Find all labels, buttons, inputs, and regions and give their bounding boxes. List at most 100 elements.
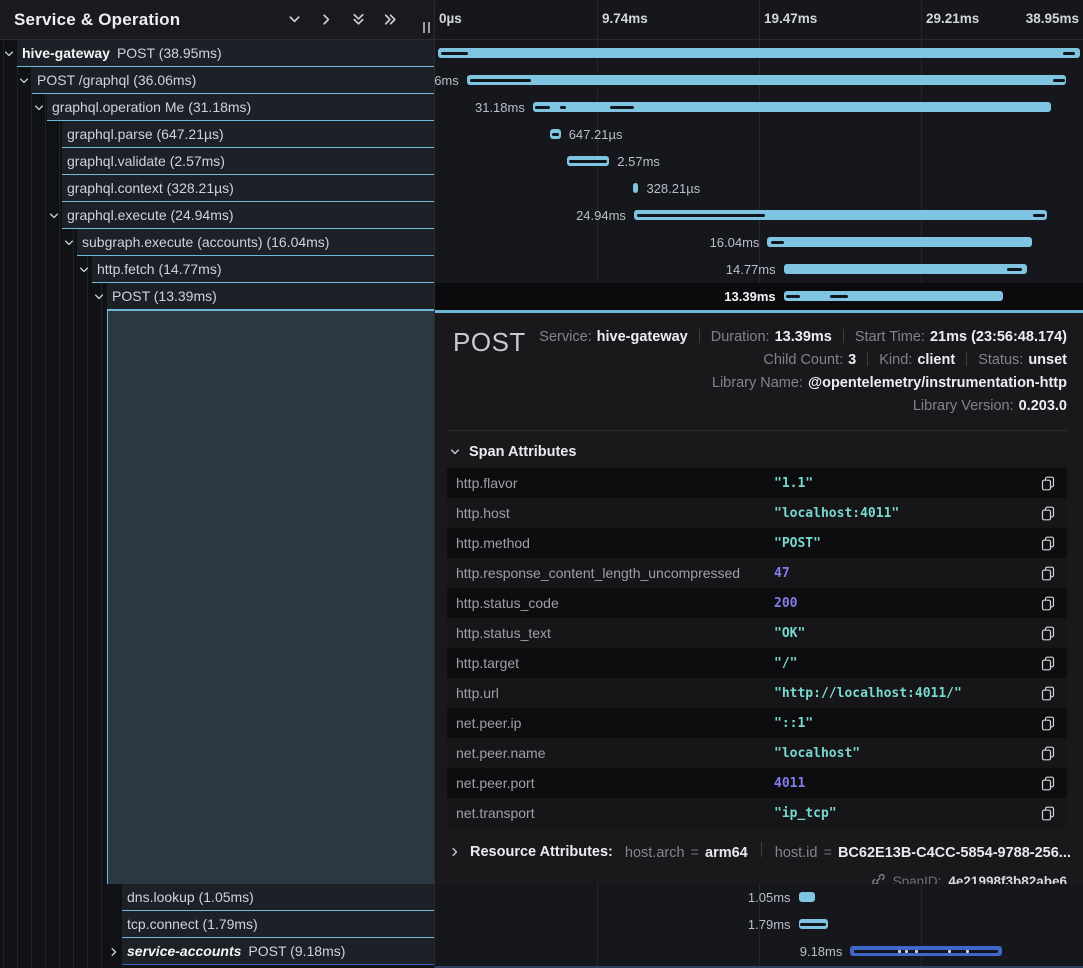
attribute-row: http.status_code200 bbox=[447, 588, 1067, 618]
span-meta-row: Child Count:3Kind:clientStatus:unset bbox=[526, 348, 1067, 371]
copy-icon[interactable] bbox=[1041, 746, 1055, 761]
span-bar[interactable] bbox=[767, 237, 1031, 247]
copy-icon[interactable] bbox=[1041, 656, 1055, 671]
meta-label: Child Count: bbox=[763, 352, 843, 368]
span-bar-child-mark bbox=[470, 79, 531, 82]
chevron-right-icon[interactable] bbox=[319, 12, 334, 27]
meta-label: Kind: bbox=[879, 352, 912, 368]
resource-separator bbox=[761, 842, 762, 857]
copy-icon[interactable] bbox=[1041, 806, 1055, 821]
tree-row-label: service-accountsPOST (9.18ms) bbox=[127, 943, 345, 959]
link-icon[interactable] bbox=[871, 872, 886, 884]
tree-row[interactable]: POST (13.39ms) bbox=[0, 283, 434, 310]
meta-value: hive-gateway bbox=[597, 329, 688, 345]
chevron-down-icon bbox=[449, 446, 461, 458]
meta-separator bbox=[966, 352, 967, 366]
tree-row[interactable]: graphql.parse (647.21µs) bbox=[0, 121, 434, 148]
attribute-row: net.peer.name"localhost" bbox=[447, 738, 1067, 768]
span-duration-label: 36.06ms bbox=[435, 73, 459, 88]
operation-name: POST (13.39ms) bbox=[112, 288, 217, 304]
chevrons-down-icon[interactable] bbox=[351, 12, 366, 27]
chevrons-right-icon[interactable] bbox=[383, 12, 398, 27]
tree-row[interactable]: graphql.validate (2.57ms) bbox=[0, 148, 434, 175]
copy-icon[interactable] bbox=[1041, 596, 1055, 611]
timeline-tick: 29.21ms bbox=[926, 11, 979, 26]
tree-row[interactable]: tcp.connect (1.79ms) bbox=[0, 911, 434, 938]
span-bar[interactable] bbox=[784, 264, 1028, 274]
service-name: hive-gateway bbox=[22, 45, 110, 61]
tree-row[interactable]: graphql.context (328.21µs) bbox=[0, 175, 434, 202]
copy-icon[interactable] bbox=[1041, 626, 1055, 641]
span-bar-child-mark bbox=[1063, 52, 1075, 55]
attribute-value: 47 bbox=[774, 566, 790, 581]
tree-row-label: POST (13.39ms) bbox=[112, 288, 217, 304]
chevron-down-icon[interactable] bbox=[48, 209, 60, 225]
chevron-down-icon[interactable] bbox=[33, 101, 45, 117]
chevron-down-icon[interactable] bbox=[63, 236, 75, 252]
chevron-down-icon[interactable] bbox=[78, 263, 90, 279]
attribute-value: 200 bbox=[774, 596, 797, 611]
tree-row[interactable]: dns.lookup (1.05ms) bbox=[0, 884, 434, 911]
panel-resize-handle-icon[interactable] bbox=[423, 22, 430, 33]
timeline-lane: 24.94ms bbox=[435, 202, 1083, 229]
attribute-row: net.peer.port4011 bbox=[447, 768, 1067, 798]
copy-icon[interactable] bbox=[1041, 476, 1055, 491]
span-bar-dot bbox=[948, 950, 951, 953]
copy-icon[interactable] bbox=[1041, 506, 1055, 521]
copy-icon[interactable] bbox=[1041, 686, 1055, 701]
tree-row[interactable]: subgraph.execute (accounts) (16.04ms) bbox=[0, 229, 434, 256]
operation-name: http.fetch (14.77ms) bbox=[97, 261, 222, 277]
copy-icon[interactable] bbox=[1041, 776, 1055, 791]
chevron-right-icon[interactable] bbox=[108, 945, 120, 961]
tree-row[interactable]: graphql.execute (24.94ms) bbox=[0, 202, 434, 229]
span-attributes-toggle[interactable]: Span Attributes bbox=[449, 444, 1067, 460]
meta-label: Duration: bbox=[711, 329, 770, 345]
attribute-row: http.host"localhost:4011" bbox=[447, 498, 1067, 528]
tree-row[interactable]: POST /graphql (36.06ms) bbox=[0, 67, 434, 94]
tree-row-label: graphql.context (328.21µs) bbox=[67, 180, 234, 196]
span-bar[interactable] bbox=[784, 291, 1004, 301]
meta-value: @opentelemetry/instrumentation-http bbox=[808, 375, 1067, 391]
span-bar[interactable] bbox=[467, 75, 1066, 85]
resource-attributes-toggle[interactable]: Resource Attributes: host.arch=arm64host… bbox=[449, 842, 1067, 861]
operation-name: subgraph.execute (accounts) (16.04ms) bbox=[82, 234, 329, 250]
timeline-lane: 1.79ms bbox=[435, 911, 1083, 938]
attribute-key: http.response_content_length_uncompresse… bbox=[456, 565, 774, 581]
span-bar[interactable] bbox=[438, 48, 1081, 58]
span-duration-label: 1.05ms bbox=[748, 890, 791, 905]
attribute-key: http.status_code bbox=[456, 595, 774, 611]
span-meta: Service:hive-gatewayDuration:13.39msStar… bbox=[526, 325, 1067, 417]
chevron-down-icon[interactable] bbox=[93, 290, 105, 306]
chevron-down-icon[interactable] bbox=[18, 74, 30, 90]
chevron-down-icon[interactable] bbox=[3, 47, 15, 63]
tree-row[interactable]: service-accountsPOST (9.18ms) bbox=[0, 938, 434, 965]
attribute-row: http.method"POST" bbox=[447, 528, 1067, 558]
span-bar-child-mark bbox=[800, 923, 826, 926]
span-bar-child-mark bbox=[1053, 79, 1065, 82]
tree-row[interactable]: graphql.operation Me (31.18ms) bbox=[0, 94, 434, 121]
attribute-value: 4011 bbox=[774, 776, 805, 791]
tree-row[interactable]: hive-gatewayPOST (38.95ms) bbox=[0, 40, 434, 67]
meta-value: 3 bbox=[848, 352, 856, 368]
meta-value: client bbox=[917, 352, 955, 368]
chevron-down-icon[interactable] bbox=[287, 12, 302, 27]
span-duration-label: 24.94ms bbox=[576, 208, 626, 223]
timeline-lane: 2.57ms bbox=[435, 148, 1083, 175]
span-bar-child-mark bbox=[830, 295, 848, 298]
attribute-key: http.method bbox=[456, 535, 774, 551]
copy-icon[interactable] bbox=[1041, 536, 1055, 551]
span-duration-label: 14.77ms bbox=[726, 262, 776, 277]
span-bar[interactable] bbox=[799, 892, 816, 902]
span-bar[interactable] bbox=[633, 183, 639, 193]
operation-name: graphql.parse (647.21µs) bbox=[67, 126, 224, 142]
tree-row-label: dns.lookup (1.05ms) bbox=[127, 889, 254, 905]
copy-icon[interactable] bbox=[1041, 566, 1055, 581]
tree-row[interactable]: http.fetch (14.77ms) bbox=[0, 256, 434, 283]
attribute-row: http.flavor"1.1" bbox=[447, 468, 1067, 498]
equals-sign: = bbox=[691, 845, 699, 861]
meta-label: Library Name: bbox=[712, 375, 803, 391]
meta-label: Library Version: bbox=[913, 398, 1014, 414]
copy-icon[interactable] bbox=[1041, 716, 1055, 731]
meta-label: Start Time: bbox=[855, 329, 925, 345]
attribute-value: "1.1" bbox=[774, 476, 813, 491]
